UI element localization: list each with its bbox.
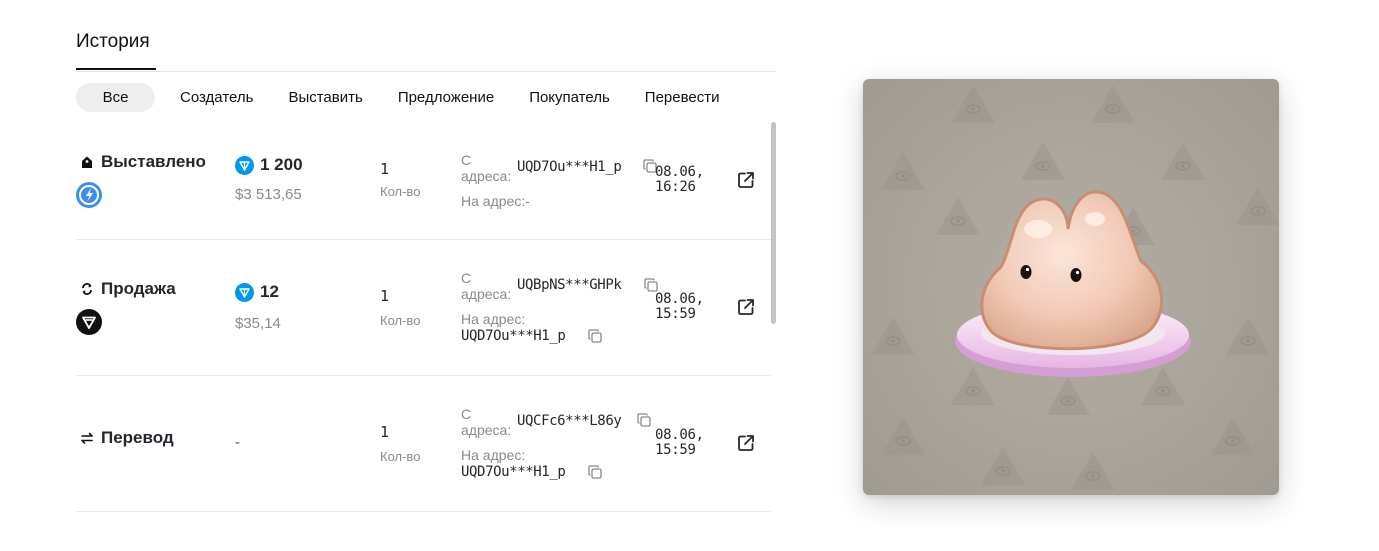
event-type: Перевод [79,428,174,448]
history-panel: История Все Создатель Выставить Предложе… [76,0,776,551]
price-empty: - [235,434,240,451]
filter-creator[interactable]: Создатель [180,83,253,112]
external-link-icon[interactable] [736,297,756,317]
filter-listing[interactable]: Выставить [288,83,362,112]
transfer-arrows-icon [79,430,95,446]
price-ton: 1 200 [235,155,303,175]
quantity-label: Кол-во [380,184,421,199]
to-label: На адрес:- [461,193,530,209]
filter-offer[interactable]: Предложение [398,83,494,112]
copy-icon[interactable] [587,328,603,344]
history-filter-bar: Все Создатель Выставить Предложение Поку… [76,83,720,112]
quantity-label: Кол-во [380,449,421,464]
event-time: 15:59 [655,306,696,322]
to-address[interactable]: UQD7Ou***H1_p [461,328,566,344]
quantity-value: 1 [380,287,390,305]
event-datetime: 08.06, 15:59 [655,292,704,322]
price-ton-value: 1 200 [260,155,303,174]
sale-arrows-icon [79,281,95,297]
from-address[interactable]: UQBpNS***GHPk [517,277,622,293]
from-label: С адреса: [461,406,512,438]
history-row-sale: Продажа 12 $35,14 1 Кол-во С адреса: UQB… [76,240,771,376]
nft-artwork-illustration [863,79,1279,495]
tab-history[interactable]: История [76,31,150,53]
history-scrollbar[interactable] [771,122,776,324]
event-datetime: 08.06, 16:26 [655,165,704,195]
to-address[interactable]: UQD7Ou***H1_p [461,464,566,480]
history-row-transfer: Перевод - 1 Кол-во С адреса: UQCFc6***L8… [76,376,771,512]
event-date: 08.06, [655,427,704,443]
quantity-label: Кол-во [380,313,421,328]
price-ton: 12 [235,282,279,302]
filter-transfer[interactable]: Перевести [645,83,720,112]
event-type-label: Продажа [101,279,176,298]
tabs-divider [76,71,776,72]
price-ton-value: 12 [260,282,279,301]
from-label: С адреса: [461,270,512,302]
from-address[interactable]: UQD7Ou***H1_p [517,159,622,175]
quantity-value: 1 [380,423,390,441]
external-link-icon[interactable] [736,433,756,453]
event-datetime: 08.06, 15:59 [655,428,704,458]
event-type: Выставлено [79,152,206,172]
price-usd: $3 513,65 [235,186,302,203]
filter-buyer[interactable]: Покупатель [529,83,610,112]
copy-icon[interactable] [636,412,652,428]
ton-diamond-icon [235,282,254,302]
event-type: Продажа [79,279,176,299]
price-usd: $35,14 [235,315,281,332]
from-label: С адреса: [461,152,512,184]
ton-diamond-icon [235,155,254,175]
marketplace-blue-icon[interactable] [76,182,102,208]
to-label: На адрес: [461,447,526,463]
event-time: 16:26 [655,179,696,195]
event-date: 08.06, [655,291,704,307]
history-row-listed: Выставлено 1 200 $3 513,65 1 Кол-во С ад… [76,122,771,240]
copy-icon[interactable] [587,464,603,480]
to-address: - [525,193,530,209]
event-type-label: Перевод [101,428,174,447]
event-time: 15:59 [655,442,696,458]
quantity-value: 1 [380,160,390,178]
event-date: 08.06, [655,164,704,180]
event-type-label: Выставлено [101,152,206,171]
nft-artwork-image [863,79,1279,495]
from-address[interactable]: UQCFc6***L86y [517,413,622,429]
marketplace-black-icon[interactable] [76,309,102,335]
filter-all[interactable]: Все [76,83,155,112]
tab-active-indicator [76,68,156,70]
external-link-icon[interactable] [736,170,756,190]
listing-tag-icon [79,154,95,170]
to-label: На адрес: [461,311,526,327]
